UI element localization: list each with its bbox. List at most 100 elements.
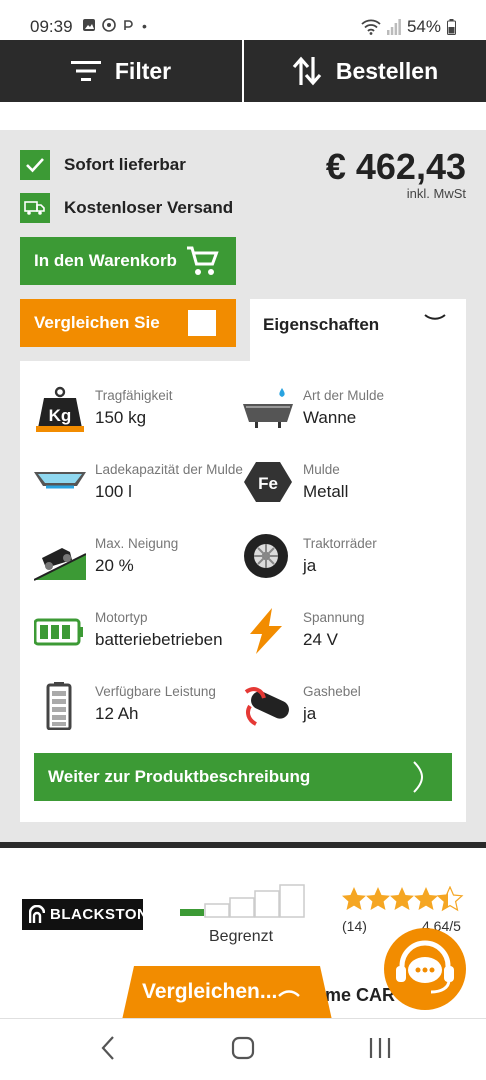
- product-description-label: Weiter zur Produktbeschreibung: [48, 767, 311, 786]
- whatsapp-icon: [102, 18, 116, 32]
- availability-level-fill: [180, 909, 204, 916]
- more-notifications-dot: •: [142, 18, 147, 34]
- order-button[interactable]: Bestellen: [244, 40, 486, 102]
- filter-icon: [70, 61, 101, 81]
- feature-label: Kostenloser Versand: [64, 198, 234, 217]
- svg-text:Kg: Kg: [49, 406, 72, 425]
- chat-support-button[interactable]: [384, 928, 466, 1010]
- property-item: Ladekapazität der Mulde 100 l: [34, 460, 244, 520]
- brand-logo: BLACKSTONE: [22, 899, 158, 930]
- property-label: Max. Neigung: [95, 536, 179, 551]
- property-label: Gashebel: [303, 684, 361, 699]
- capacity-icon: [34, 472, 86, 489]
- tractor-wheel-icon: [244, 534, 288, 578]
- top-navigation: Filter Bestellen: [0, 40, 486, 102]
- property-item: Spannung 24 V: [242, 608, 452, 668]
- property-value: ja: [303, 556, 317, 575]
- weight-kg-icon: Kg: [36, 386, 84, 432]
- svg-text:Fe: Fe: [258, 474, 278, 493]
- property-value: 100 l: [95, 482, 132, 501]
- star-icon: [342, 887, 366, 910]
- property-label: Mulde: [303, 462, 340, 477]
- availability-label: Begrenzt: [209, 928, 274, 945]
- product-description-button[interactable]: Weiter zur Produktbeschreibung: [34, 753, 452, 801]
- chevron-down-icon: [424, 314, 446, 320]
- compare-checkbox[interactable]: [188, 310, 216, 336]
- property-item: Art der Mulde Wanne: [242, 386, 452, 446]
- property-value: batteriebetrieben: [95, 630, 223, 649]
- rating-stars: [342, 886, 463, 911]
- property-label: Spannung: [303, 610, 365, 625]
- order-label: Bestellen: [335, 57, 439, 84]
- review-count: (14): [342, 918, 367, 934]
- property-label: Motortyp: [95, 610, 148, 625]
- add-to-cart-label: In den Warenkorb: [34, 251, 177, 270]
- recent-apps-icon[interactable]: [368, 1035, 392, 1061]
- property-item: Verfügbare Leistung 12 Ah: [34, 682, 244, 742]
- sort-arrows-icon: [292, 56, 322, 86]
- gallery-icon: [83, 19, 95, 31]
- property-label: Tragfähigkeit: [95, 388, 173, 403]
- property-label: Art der Mulde: [303, 388, 385, 403]
- system-icons: 54%: [361, 17, 456, 37]
- lightning-icon: [250, 608, 282, 654]
- clock: 09:39: [30, 17, 73, 36]
- filter-button[interactable]: Filter: [0, 40, 242, 102]
- chevron-right-icon: [413, 761, 424, 793]
- incline-icon: [34, 548, 86, 581]
- property-label: Ladekapazität der Mulde: [95, 462, 243, 477]
- throttle-icon: [244, 687, 289, 726]
- feature-free-shipping: Kostenloser Versand: [20, 193, 233, 223]
- property-item: Max. Neigung 20 %: [34, 534, 244, 594]
- property-label: Verfügbare Leistung: [95, 684, 216, 699]
- property-value: 20 %: [95, 556, 134, 575]
- brand-name: BLACKSTONE: [50, 906, 159, 923]
- compare-label: Vergleichen Sie: [34, 313, 160, 332]
- property-value: 12 Ah: [95, 704, 139, 723]
- properties-tab[interactable]: Eigenschaften: [250, 299, 466, 361]
- star-icon: [390, 887, 414, 910]
- truck-icon: [20, 193, 50, 223]
- compare-drawer-tab[interactable]: Vergleichen...: [122, 966, 332, 1020]
- check-icon: [20, 150, 50, 180]
- fe-metal-icon: Fe: [244, 462, 292, 502]
- add-to-cart-button[interactable]: In den Warenkorb: [20, 237, 236, 285]
- compare-button[interactable]: Vergleichen Sie: [20, 299, 236, 347]
- star-icon: [366, 887, 390, 910]
- properties-panel: Kg Tragfähigkeit 150 kg Art der Mulde Wa…: [20, 361, 466, 822]
- tub-icon: [243, 388, 293, 428]
- filter-label: Filter: [114, 57, 172, 84]
- price: € 462,43: [325, 146, 466, 187]
- status-bar: 09:39 • 54%: [0, 0, 486, 40]
- wifi-icon: [361, 19, 381, 35]
- property-value: Wanne: [303, 408, 357, 427]
- signal-icon: [386, 19, 401, 35]
- compare-tab-label: Vergleichen...: [142, 980, 278, 1003]
- battery-status-icon: [447, 19, 456, 35]
- property-value: 150 kg: [95, 408, 147, 427]
- home-icon[interactable]: [231, 1035, 255, 1061]
- property-label: Traktorräder: [303, 536, 377, 551]
- cart-icon: [187, 246, 219, 275]
- property-item: Gashebel ja: [242, 682, 452, 742]
- property-value: Metall: [303, 482, 349, 501]
- battery-percent: 54%: [406, 17, 441, 36]
- feature-label: Sofort lieferbar: [64, 155, 186, 174]
- battery-icon: [34, 618, 83, 646]
- section-separator: [0, 842, 486, 848]
- price-note: inkl. MwSt: [406, 186, 466, 201]
- availability-indicator: [180, 884, 305, 918]
- property-item: Motortyp batteriebetrieben: [34, 608, 244, 668]
- chevron-up-icon: [278, 990, 300, 997]
- headset-chat-icon: [396, 940, 454, 994]
- battery-level-icon: [46, 682, 72, 730]
- feature-in-stock: Sofort lieferbar: [20, 150, 186, 180]
- brand-mark-icon: [29, 905, 45, 923]
- back-icon[interactable]: [100, 1035, 116, 1061]
- property-value: 24 V: [303, 630, 338, 649]
- property-value: ja: [303, 704, 317, 723]
- property-item: Fe Mulde Metall: [242, 460, 452, 520]
- system-navigation-bar: [0, 1018, 486, 1080]
- properties-tab-label: Eigenschaften: [263, 315, 380, 334]
- app-icon: [124, 20, 133, 30]
